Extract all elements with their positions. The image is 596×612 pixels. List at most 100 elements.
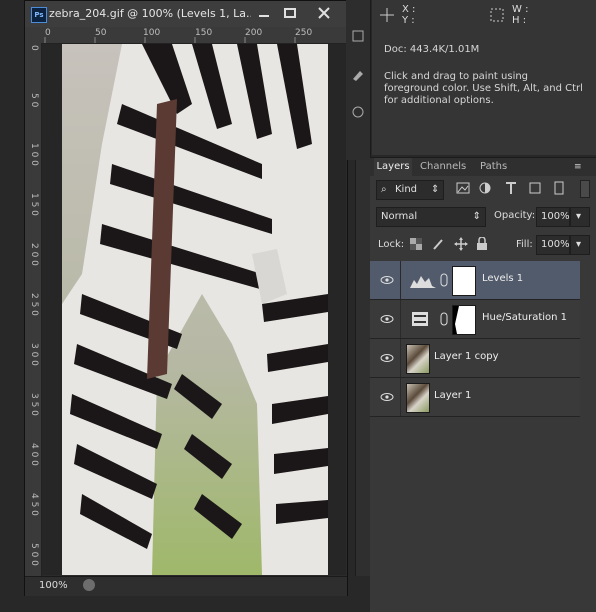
canvas-area[interactable]: [42, 44, 346, 575]
selection-size-icon: [490, 8, 504, 22]
collapsed-panel-dock[interactable]: [346, 0, 371, 160]
panel-menu-icon[interactable]: ≡: [574, 162, 582, 172]
ruler-ticks: [44, 37, 296, 43]
lock-image-icon[interactable]: [432, 238, 444, 250]
link-icon[interactable]: [440, 312, 448, 326]
visibility-eye-icon[interactable]: [380, 273, 394, 287]
layer-row-levels-1[interactable]: Levels 1: [370, 261, 580, 300]
row-divider: [400, 378, 401, 416]
document-window[interactable]: Ps zebra_204.gif @ 100% (Levels 1, La...…: [24, 0, 370, 596]
ruler-label: 5 0: [29, 93, 39, 108]
status-menu-icon[interactable]: [83, 579, 95, 591]
panel-tabs: Layers Channels Paths ≡: [370, 158, 596, 176]
layer-mask-thumbnail[interactable]: [452, 305, 476, 335]
adjustment-filter-icon[interactable]: [478, 181, 492, 195]
row-divider: [400, 339, 401, 377]
visibility-eye-icon[interactable]: [380, 312, 394, 326]
xy-readout: X : Y :: [402, 4, 415, 26]
fill-slider-button[interactable]: ▾: [570, 235, 590, 255]
zoom-level[interactable]: 100%: [39, 580, 68, 591]
w-label: W :: [512, 4, 529, 15]
layer-name[interactable]: Layer 1 copy: [434, 351, 498, 362]
chevron-updown-icon: ⇕: [431, 184, 440, 195]
fill-value: 100%: [541, 239, 570, 250]
clone-source-icon[interactable]: [350, 104, 366, 120]
crosshair-icon: [380, 8, 394, 22]
zebra-image[interactable]: [62, 44, 328, 575]
tab-channels[interactable]: Channels: [420, 158, 466, 176]
document-title: zebra_204.gif @ 100% (Levels 1, La...: [49, 7, 257, 20]
layer-list: Levels 1 Hue/Saturation 1 Layer 1 copy L…: [370, 261, 580, 431]
lock-all-icon[interactable]: [476, 237, 488, 251]
y-label: Y :: [402, 15, 415, 26]
layers-panel: Layers Channels Paths ≡ ⌕ Kind ⇕ Normal …: [370, 157, 596, 612]
ruler-label: 5 0 0: [29, 543, 39, 566]
opacity-value: 100%: [541, 211, 570, 222]
sliders-icon: [414, 315, 426, 323]
ruler-label: 3 0 0: [29, 343, 39, 366]
brush-icon[interactable]: [350, 66, 366, 82]
layer-row-layer-1[interactable]: Layer 1: [370, 378, 580, 417]
layer-mask-thumbnail[interactable]: [452, 266, 476, 296]
maximize-icon: [284, 8, 296, 18]
tab-paths[interactable]: Paths: [480, 158, 507, 176]
document-size: Doc: 443.4K/1.01M: [384, 44, 480, 55]
shape-filter-icon[interactable]: [528, 181, 542, 195]
photoshop-logo-icon: Ps: [31, 7, 47, 23]
tab-layers[interactable]: Layers: [374, 158, 412, 176]
minimize-button[interactable]: [251, 4, 277, 22]
chevron-updown-icon: ⇕: [472, 211, 481, 222]
lock-transparent-icon[interactable]: [410, 238, 422, 250]
layer-thumbnail[interactable]: [406, 344, 430, 374]
filter-toggle[interactable]: [580, 180, 590, 198]
search-icon: ⌕: [381, 184, 387, 195]
status-bar: 100%: [25, 576, 347, 596]
row-divider: [400, 261, 401, 299]
ruler-label: 2 0 0: [29, 243, 39, 266]
opacity-label: Opacity:: [494, 210, 536, 221]
link-icon[interactable]: [440, 273, 448, 287]
brush-preset-icon[interactable]: [350, 28, 366, 44]
blend-mode-value: Normal: [381, 211, 418, 222]
hue-saturation-adjustment-icon: [412, 312, 428, 326]
x-label: X :: [402, 4, 416, 15]
close-icon: [318, 7, 330, 19]
mask-shape: [455, 306, 475, 334]
close-button[interactable]: [307, 4, 341, 22]
lock-position-icon[interactable]: [454, 237, 468, 251]
layer-name[interactable]: Hue/Saturation 1: [482, 312, 567, 323]
fill-field[interactable]: 100%: [536, 235, 570, 255]
opacity-slider-button[interactable]: ▾: [570, 207, 590, 227]
h-label: H :: [512, 15, 527, 26]
filter-kind-dropdown[interactable]: ⌕ Kind ⇕: [376, 180, 444, 200]
vertical-ruler: 0 5 0 1 0 0 1 5 0 2 0 0 2 5 0 3 0 0 3 5 …: [25, 43, 42, 577]
info-panel: X : Y : W : H : Doc: 443.4K/1.01M Click …: [372, 0, 596, 155]
histogram-icon: [410, 276, 436, 288]
lock-label: Lock:: [378, 239, 405, 250]
opacity-field[interactable]: 100%: [536, 207, 570, 227]
visibility-eye-icon[interactable]: [380, 351, 394, 365]
layer-row-layer-1-copy[interactable]: Layer 1 copy: [370, 339, 580, 378]
layer-row-hue-saturation-1[interactable]: Hue/Saturation 1: [370, 300, 580, 339]
pixel-filter-icon[interactable]: [456, 181, 470, 195]
horizontal-ruler: 0 50 100 150 200 250: [25, 27, 347, 44]
ruler-label: 3 5 0: [29, 393, 39, 416]
document-titlebar[interactable]: Ps zebra_204.gif @ 100% (Levels 1, La...: [25, 1, 347, 28]
ruler-label: 1 5 0: [29, 193, 39, 216]
layer-name[interactable]: Layer 1: [434, 390, 471, 401]
layer-thumbnail[interactable]: [406, 383, 430, 413]
levels-adjustment-icon: [406, 266, 444, 294]
type-filter-icon[interactable]: [504, 181, 518, 195]
chevron-down-icon: ▾: [576, 239, 582, 250]
ruler-label: 2 5 0: [29, 293, 39, 316]
layer-name[interactable]: Levels 1: [482, 273, 523, 284]
ruler-label: 0: [29, 45, 39, 51]
row-divider: [400, 300, 401, 338]
maximize-button[interactable]: [277, 4, 303, 22]
smart-object-filter-icon[interactable]: [552, 181, 566, 195]
blend-mode-dropdown[interactable]: Normal ⇕: [376, 207, 486, 227]
zebra-picture: [62, 44, 328, 575]
visibility-eye-icon[interactable]: [380, 390, 394, 404]
fill-label: Fill:: [516, 239, 533, 250]
tool-hint: Click and drag to paint using foreground…: [384, 71, 583, 106]
